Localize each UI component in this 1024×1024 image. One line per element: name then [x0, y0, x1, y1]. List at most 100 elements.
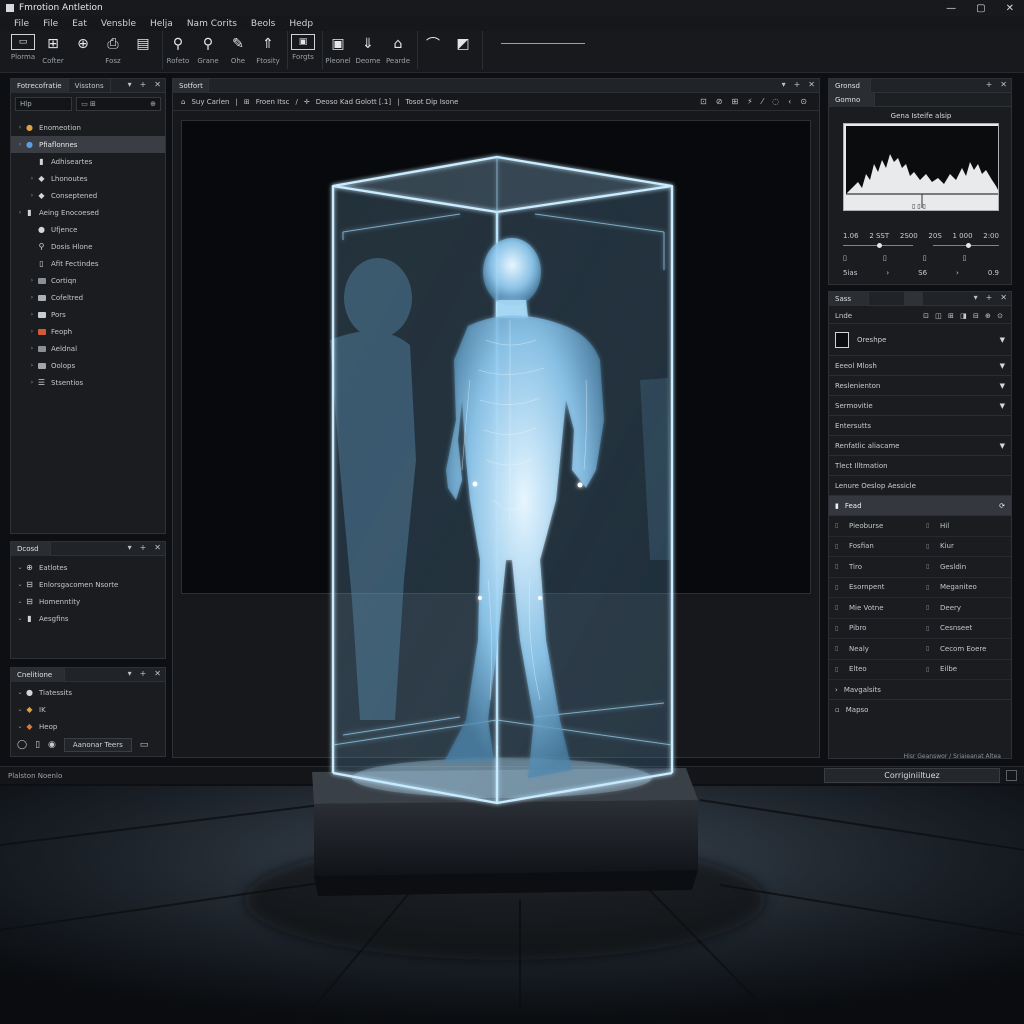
tree-item[interactable]: › Pors — [11, 306, 165, 323]
checkbox-icon[interactable]: ▯ — [835, 666, 843, 673]
tree-item[interactable]: › ◆ Conseptened — [11, 187, 165, 204]
tree-item[interactable]: ▮ Adhiseartes — [11, 153, 165, 170]
panel-close-icon[interactable]: ✕ — [1000, 80, 1007, 89]
tab-layers[interactable]: Fotrecofratie — [11, 78, 69, 93]
property-grid-cell[interactable]: ▯ Kiur — [920, 537, 1011, 557]
toolbar-button-globe[interactable]: ⊕ — [70, 34, 96, 69]
panel-pin-icon[interactable]: + — [140, 80, 147, 89]
viewport-tool-icon[interactable]: ⊞ — [731, 97, 738, 106]
viewport-tool-icon[interactable]: ⊙ — [800, 97, 807, 106]
property-grid-cell[interactable]: ▯ Deery — [920, 598, 1011, 619]
toolbar-button-image-frame[interactable]: ▣ Forgts — [290, 34, 316, 69]
property-row[interactable]: Reslenienton ▼ — [829, 376, 1011, 396]
panel-pin-icon[interactable]: + — [986, 80, 993, 89]
breadcrumb-item-4[interactable]: Tosot Dip Isone — [405, 98, 458, 106]
breadcrumb-item-2[interactable]: Froen Itsc — [256, 98, 290, 106]
chevron-down-icon[interactable]: ▼ — [1000, 362, 1005, 370]
refresh-icon[interactable]: ⟳ — [999, 502, 1005, 510]
viewport-canvas[interactable] — [181, 120, 811, 594]
chevron-down-icon[interactable]: ▼ — [1000, 336, 1005, 344]
constraints-action-button[interactable]: Aanonar Teers — [63, 738, 132, 752]
toolbar-button-grid[interactable]: ⊞ Cofter — [40, 34, 66, 69]
expand-arrow-icon[interactable]: › — [27, 277, 37, 284]
property-grid-cell[interactable]: ▯ Fosfian — [829, 537, 920, 557]
expand-arrow-icon[interactable]: › — [15, 124, 25, 131]
tree-item[interactable]: ⌄ ◆ Heop — [11, 718, 165, 735]
property-grid-cell[interactable]: ▯ Eilbe — [920, 660, 1011, 680]
tree-item[interactable]: › ☰ Stsentios — [11, 374, 165, 391]
viewport-tool-icon[interactable]: ⊘ — [716, 97, 723, 106]
status-corner-icon[interactable] — [1006, 770, 1017, 781]
checkbox-icon[interactable]: ▯ — [926, 543, 934, 550]
grid-icon[interactable]: ⊞ — [244, 98, 250, 106]
tab-properties[interactable]: Sass — [829, 291, 869, 306]
toolbar-button-download[interactable]: ⇓ Deome — [355, 34, 381, 69]
status-button[interactable]: Corriginiiltuez — [824, 768, 1000, 783]
tree-item[interactable]: ● Ufjence — [11, 221, 165, 238]
tree-item[interactable]: ▯ Afit Fectindes — [11, 255, 165, 272]
tree-item[interactable]: › Feoph — [11, 323, 165, 340]
toolbar-button-arrow-up[interactable]: ⇑ Ftosity — [255, 34, 281, 69]
toolbar-button-picture[interactable]: ▣ Pleonel — [325, 34, 351, 69]
panel-menu-icon[interactable]: ▾ — [782, 80, 786, 89]
layer-search-input[interactable]: ▭ ⊞ ⊕ — [76, 97, 161, 111]
property-grid-cell[interactable]: ▯ Meganiteo — [920, 578, 1011, 598]
viewport-tool-icon[interactable]: ‹ — [788, 97, 791, 106]
tab-empty-1[interactable] — [869, 291, 905, 306]
toolbar-button-curve[interactable]: ⌒ — [420, 34, 446, 69]
trash-icon[interactable]: ▭ — [140, 740, 149, 750]
panel-menu-icon[interactable]: ▾ — [128, 669, 132, 678]
checkbox-icon[interactable]: ▯ — [835, 604, 843, 611]
minimize-button[interactable]: — — [946, 3, 956, 14]
panel-pin-icon[interactable]: + — [986, 293, 993, 302]
expand-arrow-icon[interactable]: ⌄ — [15, 723, 25, 730]
tree-item[interactable]: › Cofeltred — [11, 289, 165, 306]
checkbox-icon[interactable]: ▯ — [835, 584, 843, 591]
tree-item[interactable]: › ◆ Lhonoutes — [11, 170, 165, 187]
move-icon[interactable]: ✛ — [304, 98, 310, 106]
chevron-icon[interactable]: › — [956, 269, 959, 277]
property-grid-cell[interactable]: ▯ Gesldin — [920, 557, 1011, 578]
property-row[interactable]: Lenure Oeslop Aessicle — [829, 476, 1011, 496]
tab-viewport[interactable]: Sotfort — [173, 78, 209, 93]
tree-item[interactable]: ⌄ ▮ Aesgfins — [11, 610, 165, 627]
checkbox-icon[interactable]: ▯ — [926, 584, 934, 591]
checkbox-icon[interactable]: ▯ — [926, 604, 934, 611]
tree-item[interactable]: ⌄ ⊕ Eatlotes — [11, 559, 165, 576]
toolbar-slider[interactable] — [501, 43, 585, 44]
viewport-tool-icon[interactable]: ⊡ — [700, 97, 707, 106]
tab-versions[interactable]: Visstons — [69, 78, 111, 93]
properties-footer-row-2[interactable]: ▫ Mapso — [829, 700, 1011, 720]
home-icon[interactable]: ⌂ — [181, 98, 185, 106]
menu-nam-corits[interactable]: Nam Corits — [187, 19, 237, 29]
property-grid-cell[interactable]: ▯ Cecom Eoere — [920, 639, 1011, 660]
checkbox-icon[interactable]: ▯ — [926, 625, 934, 632]
expand-arrow-icon[interactable]: › — [27, 175, 37, 182]
breadcrumb-item-3[interactable]: Deoso Kad Golott [.1] — [316, 98, 391, 106]
expand-arrow-icon[interactable]: ⌄ — [15, 615, 25, 622]
property-grid-cell[interactable]: ▯ Tiro — [829, 557, 920, 578]
tree-item[interactable]: › Aeldnal — [11, 340, 165, 357]
tree-item[interactable]: › ● Enomeotion — [11, 119, 165, 136]
checkbox-icon[interactable]: ▯ — [835, 543, 843, 550]
property-row[interactable]: Sermovitie ▼ — [829, 396, 1011, 416]
layer-filter-input[interactable]: Hlp — [15, 97, 73, 111]
toolbar-button-printer[interactable]: ⎙ Fosz — [100, 34, 126, 69]
expand-arrow-icon[interactable]: › — [27, 294, 37, 301]
toolbar-button-page[interactable]: ▤ — [130, 34, 156, 69]
expand-arrow-icon[interactable]: › — [27, 345, 37, 352]
menu-help[interactable]: Hedp — [289, 19, 313, 29]
panel-pin-icon[interactable]: + — [140, 669, 147, 678]
tree-item[interactable]: › Cortiqn — [11, 272, 165, 289]
expand-arrow-icon[interactable]: ⌄ — [15, 689, 25, 696]
properties-footer-row-1[interactable]: › Mavgalsits — [829, 680, 1011, 700]
chevron-down-icon[interactable]: ▼ — [1000, 382, 1005, 390]
tree-item[interactable]: ⚲ Dosis Hlone — [11, 238, 165, 255]
properties-tools[interactable]: ⊡ ◫ ⊞ ◨ ⊟ ⊕ ⊙ — [923, 312, 1005, 320]
menu-variable[interactable]: Vensble — [101, 19, 136, 29]
expand-arrow-icon[interactable]: › — [15, 141, 25, 148]
property-grid-cell[interactable]: ▯ Esornpent — [829, 578, 920, 598]
expand-arrow-icon[interactable]: › — [15, 209, 25, 216]
close-button[interactable]: ✕ — [1006, 3, 1014, 14]
expand-arrow-icon[interactable]: ⌄ — [15, 598, 25, 605]
